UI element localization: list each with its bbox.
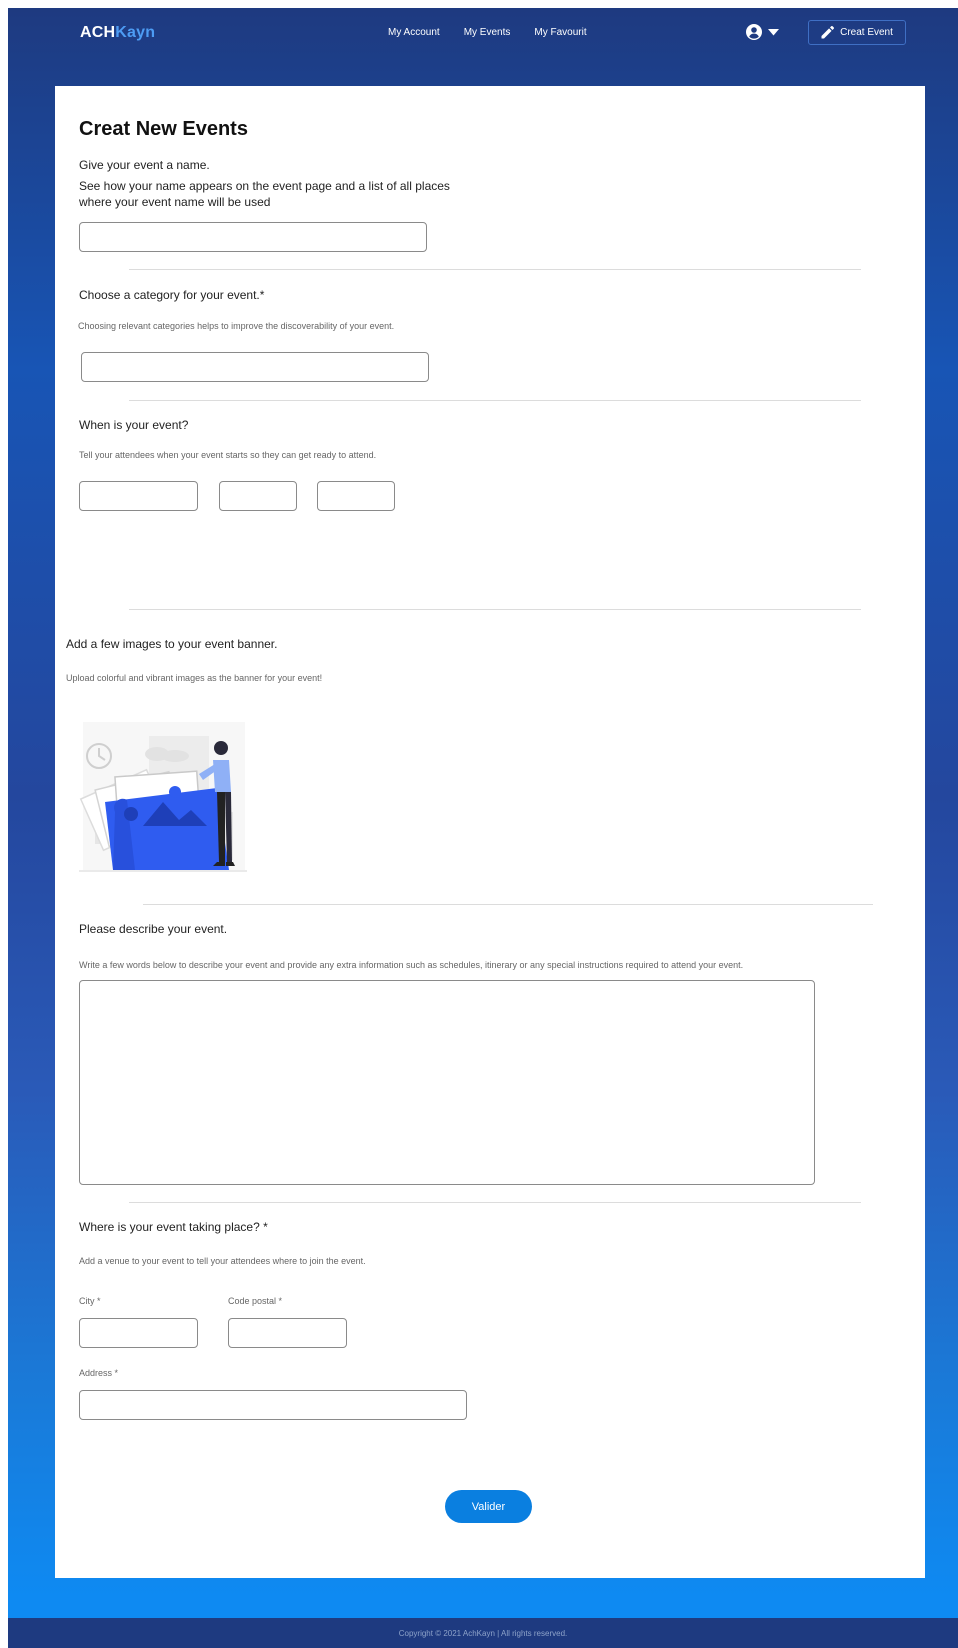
- event-date-input[interactable]: [79, 481, 198, 511]
- event-end-time-input[interactable]: [317, 481, 395, 511]
- pencil-icon: [821, 26, 835, 39]
- description-question: Please describe your event.: [79, 922, 228, 936]
- category-question: Choose a category for your event.*: [79, 288, 265, 302]
- postal-code-input[interactable]: [228, 1318, 347, 1348]
- section-divider: [129, 609, 861, 610]
- description-help: Write a few words below to describe your…: [79, 960, 744, 970]
- section-divider: [129, 400, 861, 401]
- nav-my-account[interactable]: My Account: [388, 27, 440, 38]
- nav-my-favourit[interactable]: My Favourit: [534, 27, 586, 38]
- date-question: When is your event?: [79, 418, 189, 432]
- user-circle-icon: [746, 24, 762, 40]
- image-upload-illustration[interactable]: [79, 722, 247, 876]
- banner-question: Add a few images to your event banner.: [66, 637, 278, 651]
- user-menu[interactable]: [746, 24, 779, 40]
- address-label: Address *: [79, 1368, 119, 1378]
- name-question: Give your event a name.: [79, 158, 210, 172]
- location-help: Add a venue to your event to tell your a…: [79, 1256, 366, 1266]
- event-description-textarea[interactable]: [79, 980, 815, 1185]
- address-input[interactable]: [79, 1390, 467, 1420]
- nav-my-events[interactable]: My Events: [464, 27, 511, 38]
- section-divider: [143, 904, 873, 905]
- city-input[interactable]: [79, 1318, 198, 1348]
- logo-text-kayn: Kayn: [115, 24, 156, 41]
- logo-text-ach: ACH: [80, 24, 116, 41]
- banner-help: Upload colorful and vibrant images as th…: [66, 673, 323, 683]
- city-label: City *: [79, 1296, 101, 1306]
- postal-code-label: Code postal *: [228, 1296, 283, 1306]
- category-input[interactable]: [81, 352, 429, 382]
- footer: Copyright © 2021 AchKayn | All rights re…: [8, 1618, 958, 1648]
- name-help: See how your name appears on the event p…: [79, 179, 450, 209]
- location-question: Where is your event taking place? *: [79, 1220, 268, 1234]
- section-divider: [129, 1202, 861, 1203]
- category-help: Choosing relevant categories helps to im…: [78, 321, 395, 331]
- copyright-text: Copyright © 2021 AchKayn | All rights re…: [398, 1628, 568, 1638]
- create-event-label: Creat Event: [840, 27, 893, 38]
- section-divider: [129, 269, 861, 270]
- submit-button[interactable]: Valider: [445, 1490, 532, 1523]
- top-nav: My Account My Events My Favourit: [388, 27, 587, 38]
- caret-down-icon: [768, 28, 779, 35]
- date-help: Tell your attendees when your event star…: [79, 450, 377, 460]
- brand-logo[interactable]: ACHKayn: [80, 24, 155, 42]
- page-frame: ACHKayn My Account My Events My Favourit…: [8, 8, 958, 1648]
- event-name-input[interactable]: [79, 222, 427, 252]
- create-event-form: Creat New Events Give your event a name.…: [55, 86, 925, 1578]
- event-start-time-input[interactable]: [219, 481, 297, 511]
- page-title: Creat New Events: [79, 118, 248, 140]
- create-event-button[interactable]: Creat Event: [808, 20, 906, 45]
